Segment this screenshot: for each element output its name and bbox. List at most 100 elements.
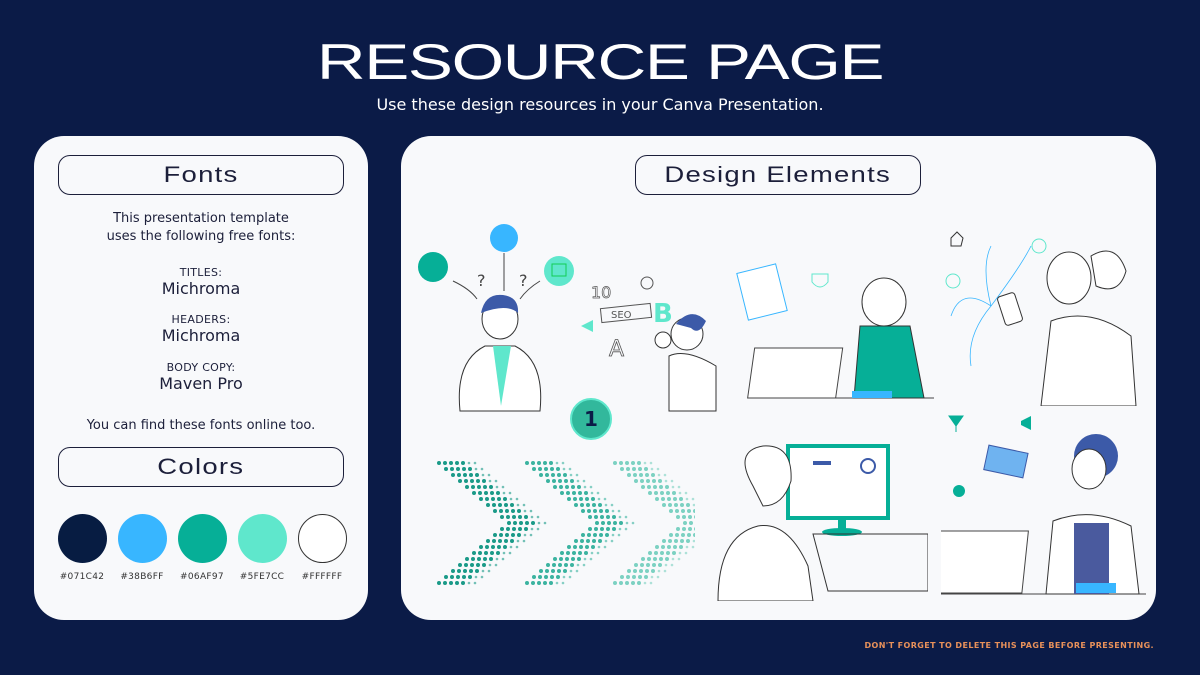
- chevron-dot: [472, 551, 476, 555]
- chevron-dot: [543, 461, 547, 465]
- chevron-dot: [676, 515, 680, 519]
- swatch-circle: [57, 514, 107, 563]
- chevron-dot: [575, 569, 579, 573]
- chevron-dot: [601, 521, 605, 525]
- chevron-dot: [569, 473, 573, 477]
- chevron-dot: [497, 497, 501, 501]
- chevron-dot: [546, 479, 550, 483]
- chevron-dot: [645, 569, 649, 573]
- chevron-dot: [486, 503, 490, 507]
- chevron-dot: [503, 497, 507, 501]
- chevron-dot: [683, 521, 687, 525]
- chevron-dot: [658, 479, 662, 483]
- chevron-dot: [467, 581, 471, 585]
- chevron-dot: [538, 575, 542, 579]
- chevron-dot: [584, 491, 588, 495]
- chevron-dot: [549, 461, 553, 465]
- chevron-dot: [694, 515, 695, 519]
- chevron-dot: [496, 491, 500, 495]
- chevron-dot: [469, 473, 473, 477]
- chevron-dot: [483, 485, 487, 489]
- chevron-dot: [667, 545, 671, 549]
- chevron-dot: [471, 485, 475, 489]
- chevron-dot: [654, 491, 658, 495]
- confused-person-illustration: ? ?: [418, 224, 574, 412]
- chevron-dot: [516, 539, 520, 543]
- chevron-dot: [475, 473, 479, 477]
- chevron-dot: [618, 527, 622, 531]
- chevron-dot: [553, 485, 557, 489]
- color-swatches: #071C42 #38B6FF #06AF97 #5FE7CC #FFFFFF: [52, 514, 352, 582]
- chevron-dot: [577, 557, 581, 561]
- chevron-dot: [607, 521, 611, 525]
- chevron-dot: [529, 509, 533, 513]
- chevron-dot: [470, 479, 474, 483]
- chevron-dot: [583, 485, 587, 489]
- chevron-dot: [563, 473, 567, 477]
- chevron-dot: [613, 461, 617, 465]
- chevron-dot: [491, 497, 495, 501]
- chevron-dot: [665, 557, 669, 561]
- chevron-dot: [610, 539, 614, 543]
- blue-circle-icon: [490, 224, 518, 252]
- number-one-badge: 1: [570, 398, 612, 440]
- chevron-dot: [480, 575, 484, 579]
- chevron-dot: [592, 503, 596, 507]
- social-phone-illustration: [945, 231, 1137, 406]
- chevron-dot: [567, 497, 571, 501]
- chevron-dot: [562, 575, 566, 579]
- chevron-dot: [649, 461, 653, 465]
- chevron-dot: [625, 461, 629, 465]
- chevron-dot: [444, 575, 448, 579]
- chevron-dot: [581, 533, 585, 537]
- chevron-dot: [572, 551, 576, 555]
- chevron-dot: [680, 503, 684, 507]
- chevron-dot: [513, 521, 517, 525]
- chevron-dot: [457, 569, 461, 573]
- chevron-dot: [656, 467, 660, 471]
- chevron-dot: [555, 461, 559, 465]
- chevron-dot: [631, 461, 635, 465]
- chevron-dot: [500, 527, 504, 531]
- chevron-dot: [687, 533, 691, 537]
- chevron-dot: [686, 539, 690, 543]
- megaphone-icon: [1021, 416, 1031, 430]
- chevron-dot: [537, 581, 541, 585]
- chevron-dot: [662, 539, 666, 543]
- chevron-dot: [495, 485, 499, 489]
- chevron-dot: [672, 551, 676, 555]
- chevron-dot: [559, 557, 563, 561]
- chevron-dot: [581, 509, 585, 513]
- chevron-dot: [610, 503, 614, 507]
- color-swatch: #5FE7CC: [232, 514, 292, 582]
- chevron-dot: [663, 569, 667, 573]
- design-elements-panel: Design Elements ? ? 10 SEO B A 1: [401, 136, 1156, 620]
- chevron-dot: [469, 569, 473, 573]
- chevron-dot: [492, 539, 496, 543]
- chevron-dot: [646, 479, 650, 483]
- chevron-dot: [449, 461, 453, 465]
- chevron-dot: [568, 467, 572, 471]
- chevron-dot: [543, 521, 547, 525]
- chevron-dot: [585, 545, 589, 549]
- crop-circle-icon: [544, 256, 574, 286]
- chevron-dot: [477, 485, 481, 489]
- chevron-dot: [676, 527, 680, 531]
- chevron-dot: [529, 533, 533, 537]
- chevron-dot: [481, 473, 485, 477]
- chevron-dot: [506, 515, 510, 519]
- chevron-dot: [639, 569, 643, 573]
- chevron-dot: [666, 491, 670, 495]
- chevron-dot: [473, 581, 477, 585]
- font-entry-body: BODY COPY: Maven Pro: [34, 361, 368, 393]
- chevron-dot: [568, 575, 572, 579]
- chevron-dot: [574, 539, 578, 543]
- chevron-dot: [632, 467, 636, 471]
- chevron-dot: [651, 473, 655, 477]
- chevron-dot: [557, 473, 561, 477]
- chevron-dot: [603, 497, 607, 501]
- chevron-dot: [685, 545, 689, 549]
- chevron-dot: [596, 491, 600, 495]
- chevron-dot: [652, 479, 656, 483]
- chevron-dot: [670, 563, 674, 567]
